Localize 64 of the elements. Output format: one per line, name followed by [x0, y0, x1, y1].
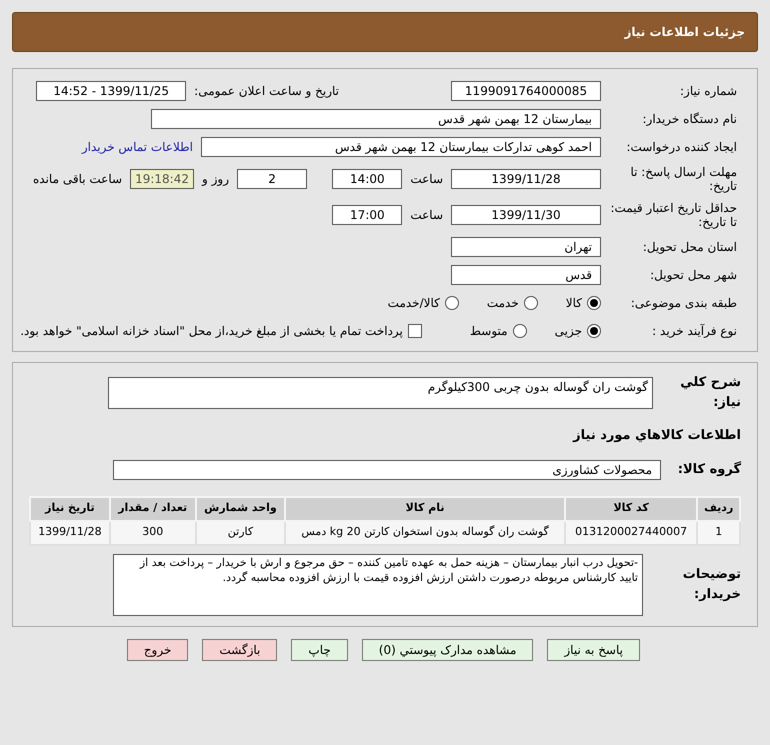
field-label: نام دستگاه خریدار:: [642, 112, 737, 126]
field-label: شهر محل تحویل:: [649, 268, 737, 282]
field-value: بیمارستان 12 بهمن شهر قدس: [151, 109, 601, 129]
buyer-contact-link[interactable]: اطلاعات تماس خریدار: [82, 138, 193, 156]
field-value: 1399/11/25 - 14:52: [36, 81, 186, 101]
field-value: 17:00: [332, 205, 402, 225]
field-label: توضیحات خریدار:: [682, 566, 741, 604]
field-label: گروه کالا:: [676, 460, 741, 479]
notes-value: -تحویل درب انبار بیمارستان – هزینه حمل به عهده تامین کننده – حق مرجوع و ارش با خریدار – پرداخت بعد از تایید کارشناس مربوطه درصورت داشتن ارزش افزوده قیمت با ارزش افزوده محاسبه گردد.: [113, 554, 643, 616]
field-value: 1199091764000085: [451, 81, 601, 101]
action-button[interactable]: پاسخ به نیاز: [547, 638, 640, 660]
radio-button[interactable]: [587, 296, 601, 310]
radio-label: کالا: [566, 295, 582, 312]
field-label: شرح کلي نياز:: [679, 374, 741, 412]
column-header: تعداد / مقدار: [110, 496, 196, 520]
action-button[interactable]: بازگشت: [202, 638, 278, 660]
radio-button[interactable]: [444, 296, 459, 310]
field-label: نوع فرآیند خرید :: [651, 324, 737, 338]
field-label: ساعت: [410, 171, 443, 188]
radio-label: کالا/خدمت: [388, 295, 440, 312]
table-cell: 0131200027440007: [564, 520, 698, 544]
table-cell: گوشت ران گوساله بدون استخوان کارتن 20 kg دمس: [285, 520, 565, 544]
radio-button[interactable]: [524, 296, 538, 310]
field-label: مهلت ارسال پاسخ: تا تاریخ:: [629, 165, 737, 193]
column-header: تاریخ نیاز: [30, 496, 110, 520]
radio-button[interactable]: [587, 324, 601, 338]
column-header: کد کالا: [564, 496, 698, 520]
radio-label: جزیی: [554, 323, 582, 340]
checkbox-label: پرداخت تمام یا بخشی از مبلغ خرید،از محل "اسناد خزانه اسلامی" خواهد بود.: [20, 323, 403, 340]
countdown-value: 19:18:42: [130, 169, 194, 189]
field-label: حداقل تاریخ اعتبار قیمت: تا تاریخ:: [609, 201, 737, 229]
table-cell: 1399/11/28: [30, 520, 110, 544]
field-label: ساعت: [410, 207, 443, 224]
column-header: نام کالا: [285, 496, 565, 520]
field-label: تاریخ و ساعت اعلان عمومی:: [194, 83, 339, 100]
field-label: روز و: [202, 171, 230, 188]
table-cell: 300: [110, 520, 196, 544]
field-value: 14:00: [332, 169, 402, 189]
column-header: ردیف: [697, 496, 740, 520]
page-title: جزئیات اطلاعات نیاز: [624, 24, 745, 41]
section-title: اطلاعات کالاهاي مورد نياز: [572, 427, 741, 445]
field-value: 2: [237, 169, 308, 189]
checkbox[interactable]: [408, 324, 422, 338]
action-button[interactable]: چاپ: [291, 638, 348, 660]
field-value: قدس: [451, 265, 601, 285]
description-value: گوشت ران گوساله بدون چربی 300کیلوگرم: [108, 376, 653, 408]
field-label: شماره نیاز:: [679, 84, 737, 98]
field-value: 1399/11/28: [451, 169, 601, 189]
field-value: تهران: [451, 237, 601, 257]
field-label: ساعت باقی مانده: [33, 171, 122, 188]
field-value: 1399/11/30: [451, 205, 601, 225]
field-label: طبقه بندی موضوعی:: [630, 296, 737, 310]
table-cell: کارتن: [196, 520, 286, 544]
action-button[interactable]: خروج: [126, 638, 188, 660]
field-value: محصولات کشاورزی: [113, 460, 661, 480]
field-value: احمد کوهی تدارکات بیمارستان 12 بهمن شهر قدس: [201, 137, 601, 157]
field-label: استان محل تحویل:: [642, 240, 737, 254]
column-header: واحد شمارش: [196, 496, 286, 520]
radio-label: متوسط: [470, 323, 508, 340]
table-cell: 1: [697, 520, 740, 544]
action-button[interactable]: مشاهده مدارک پیوستي (0): [362, 638, 534, 660]
radio-button[interactable]: [512, 324, 527, 338]
field-label: ایجاد کننده درخواست:: [625, 140, 737, 154]
radio-label: خدمت: [486, 295, 519, 312]
